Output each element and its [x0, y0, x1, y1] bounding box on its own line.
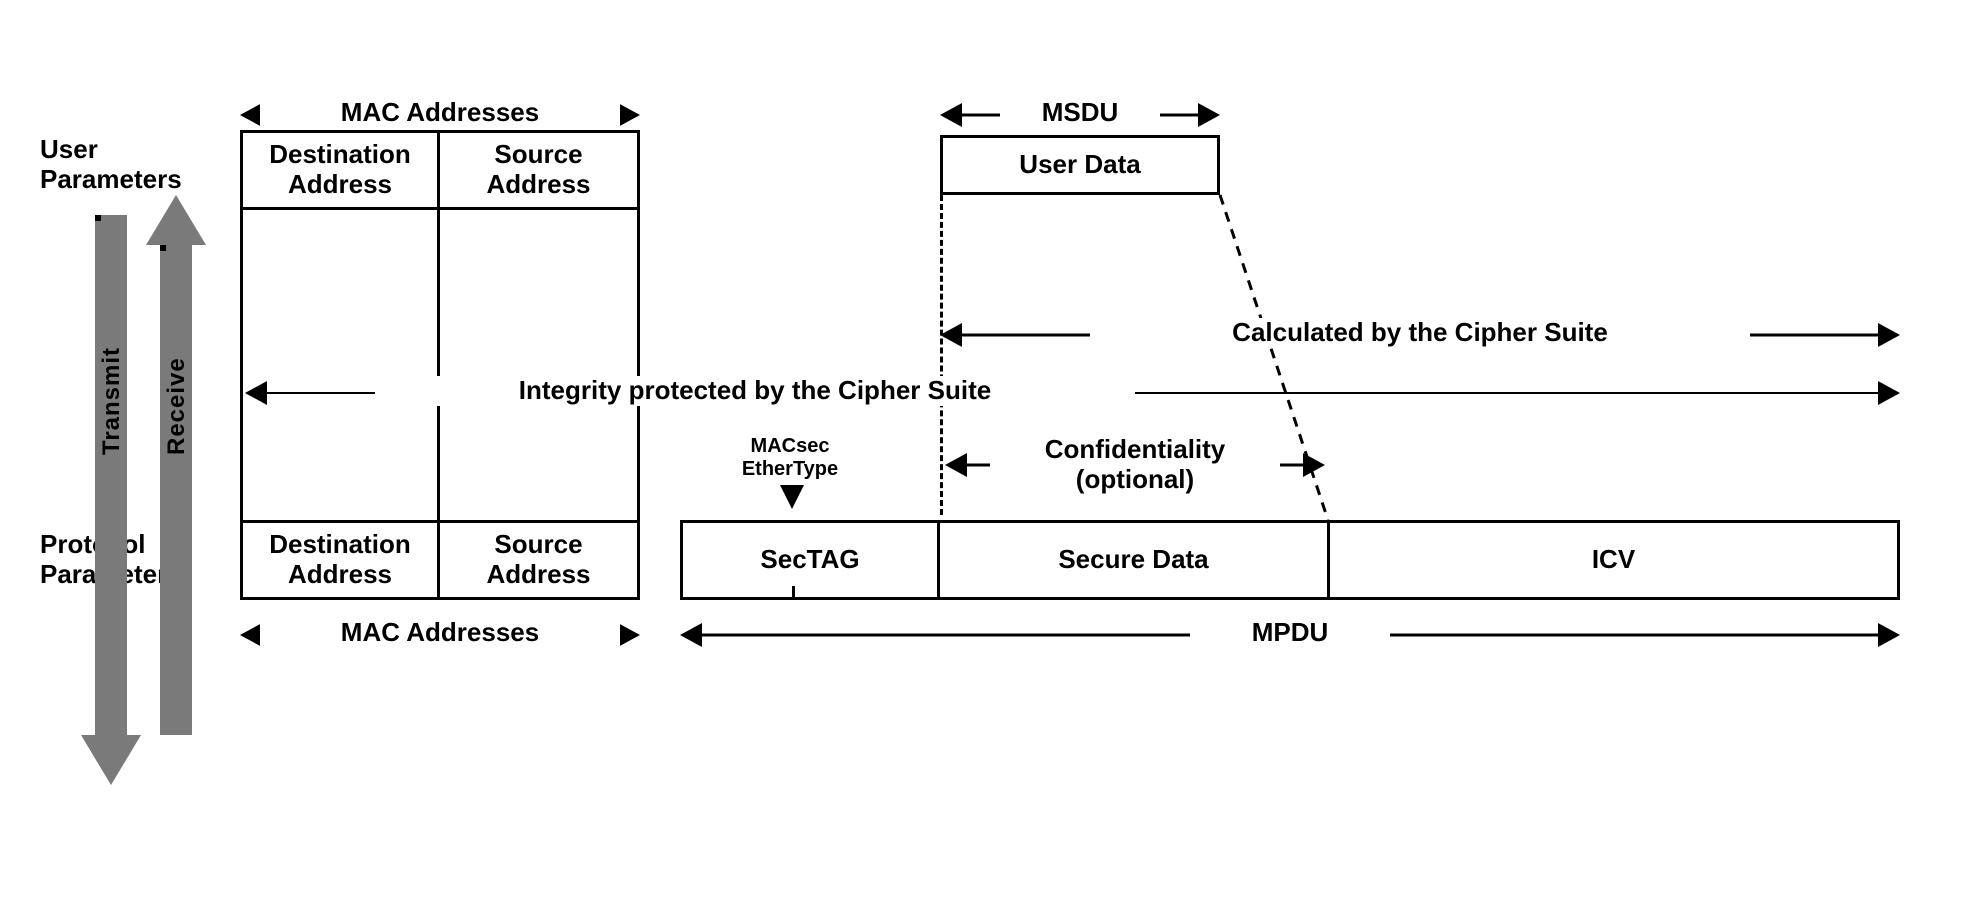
label-receive: Receive: [163, 255, 191, 455]
label-mpdu: MPDU: [1190, 618, 1390, 648]
box-secure-data: Secure Data: [937, 520, 1330, 600]
guide-line-mid: [437, 210, 440, 520]
label-msdu: MSDU: [1000, 98, 1160, 128]
arrow-ethertype-down-icon: [780, 485, 804, 509]
arrow-receive-head-icon: [146, 195, 206, 245]
label-macsec-ethertype: MACsec EtherType: [720, 435, 860, 481]
box-user-data: User Data: [940, 135, 1220, 195]
box-icv: ICV: [1327, 520, 1900, 600]
box-destination-address-top: Destination Address: [240, 130, 440, 210]
label-calculated-cipher: Calculated by the Cipher Suite: [1090, 318, 1750, 348]
box-source-address-bottom: Source Address: [437, 520, 640, 600]
box-source-address-top: Source Address: [437, 130, 640, 210]
label-protocol-parameters: Protocol Parameters: [40, 530, 220, 590]
label-mac-addresses-top: MAC Addresses: [260, 98, 620, 128]
label-confidentiality: Confidentiality (optional): [990, 435, 1280, 495]
label-user-parameters: User Parameters: [40, 135, 220, 195]
arrow-transmit-head-icon: [81, 735, 141, 785]
label-transmit: Transmit: [98, 255, 126, 455]
sectag-tick: [792, 586, 795, 600]
box-sectag: SecTAG: [680, 520, 940, 600]
dash-userdata-left: [940, 195, 943, 515]
label-integrity-cipher: Integrity protected by the Cipher Suite: [375, 376, 1135, 406]
label-mac-addresses-bottom: MAC Addresses: [260, 618, 620, 648]
guide-line-left: [240, 210, 243, 520]
box-destination-address-bottom: Destination Address: [240, 520, 440, 600]
guide-line-right: [637, 210, 640, 520]
macsec-diagram: User Parameters Protocol Parameters Tran…: [40, 40, 1940, 860]
